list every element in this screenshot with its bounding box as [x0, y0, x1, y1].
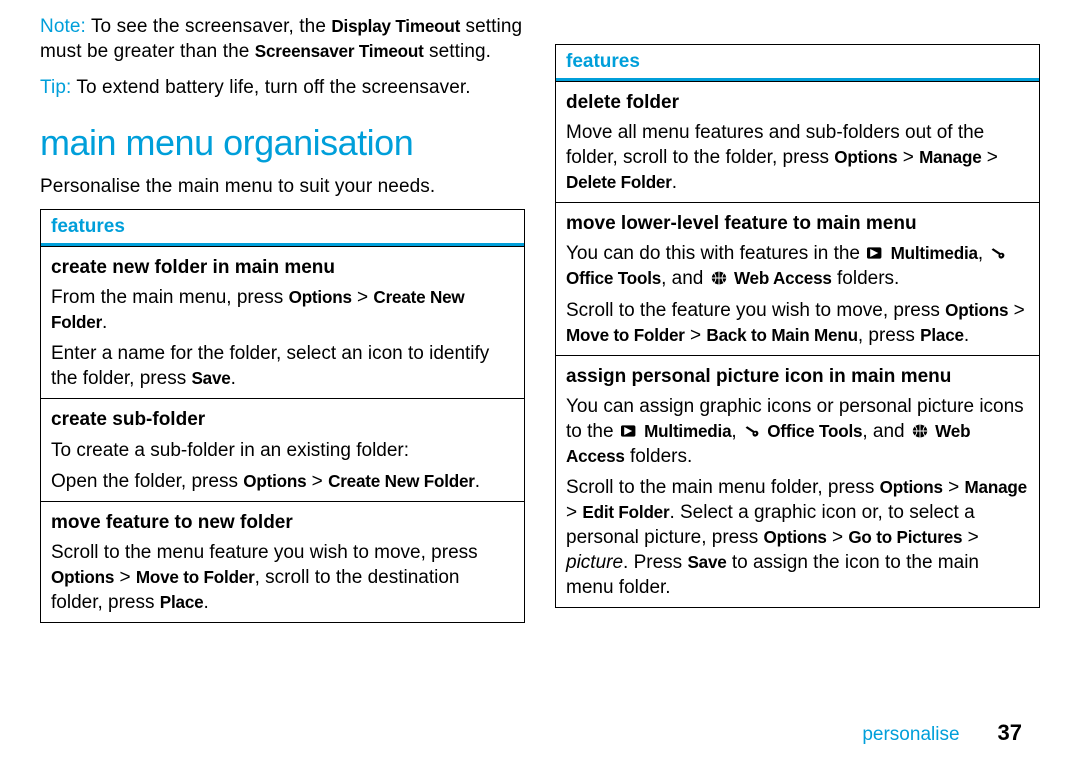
feature-row-assign-picture-icon: assign personal picture icon in main men… — [556, 355, 1039, 608]
feature-step: Open the folder, press Options > Create … — [51, 469, 514, 494]
page: Note: To see the screensaver, the Displa… — [0, 0, 1080, 766]
feature-row-move-lower-level: move lower-level feature to main menu Yo… — [556, 202, 1039, 354]
section-heading: main menu organisation — [40, 122, 525, 164]
webaccess-icon — [709, 270, 729, 286]
page-footer: personalise 37 — [862, 720, 1022, 746]
feature-name: move feature to new folder — [51, 510, 514, 535]
left-column: Note: To see the screensaver, the Displa… — [40, 14, 525, 623]
note-text-3: setting. — [424, 41, 491, 62]
feature-row-move-feature: move feature to new folder Scroll to the… — [41, 501, 524, 622]
webaccess-icon — [910, 423, 930, 439]
note-paragraph: Note: To see the screensaver, the Displa… — [40, 14, 525, 65]
features-header-left: features — [41, 210, 524, 246]
note-label: Note: — [40, 16, 86, 37]
columns: Note: To see the screensaver, the Displa… — [40, 14, 1040, 623]
right-column: features delete folder Move all menu fea… — [555, 14, 1040, 623]
feature-step: Scroll to the menu feature you wish to m… — [51, 540, 514, 615]
feature-step: From the main menu, press Options > Crea… — [51, 285, 514, 335]
features-header-right: features — [556, 45, 1039, 81]
feature-step: Move all menu features and sub-folders o… — [566, 120, 1029, 195]
footer-page-number: 37 — [998, 720, 1022, 745]
tip-text: To extend battery life, turn off the scr… — [71, 77, 470, 98]
features-table-left: features create new folder in main menu … — [40, 209, 525, 623]
multimedia-icon — [619, 423, 639, 439]
tip-paragraph: Tip: To extend battery life, turn off th… — [40, 75, 525, 100]
tip-label: Tip: — [40, 77, 71, 98]
feature-name: create sub-folder — [51, 407, 514, 432]
multimedia-icon — [865, 245, 885, 261]
feature-step: To create a sub-folder in an existing fo… — [51, 438, 514, 463]
feature-name: assign personal picture icon in main men… — [566, 364, 1029, 389]
feature-name: delete folder — [566, 90, 1029, 115]
feature-step: You can assign graphic icons or personal… — [566, 394, 1029, 469]
officetools-icon — [742, 423, 762, 439]
feature-row-create-subfolder: create sub-folder To create a sub-folder… — [41, 398, 524, 500]
ui-screensaver-timeout: Screensaver Timeout — [255, 42, 424, 61]
note-text-1: To see the screensaver, the — [86, 16, 331, 37]
feature-name: move lower-level feature to main menu — [566, 211, 1029, 236]
feature-row-delete-folder: delete folder Move all menu features and… — [556, 81, 1039, 202]
section-intro: Personalise the main menu to suit your n… — [40, 174, 525, 199]
feature-step: Scroll to the main menu folder, press Op… — [566, 475, 1029, 600]
footer-section: personalise — [862, 724, 959, 745]
feature-step: Scroll to the feature you wish to move, … — [566, 298, 1029, 348]
feature-step: Enter a name for the folder, select an i… — [51, 341, 514, 391]
officetools-icon — [988, 245, 1008, 261]
features-table-right: features delete folder Move all menu fea… — [555, 44, 1040, 608]
ui-display-timeout: Display Timeout — [331, 17, 460, 36]
feature-name: create new folder in main menu — [51, 255, 514, 280]
feature-row-create-folder: create new folder in main menu From the … — [41, 246, 524, 398]
feature-step: You can do this with features in the Mul… — [566, 241, 1029, 291]
